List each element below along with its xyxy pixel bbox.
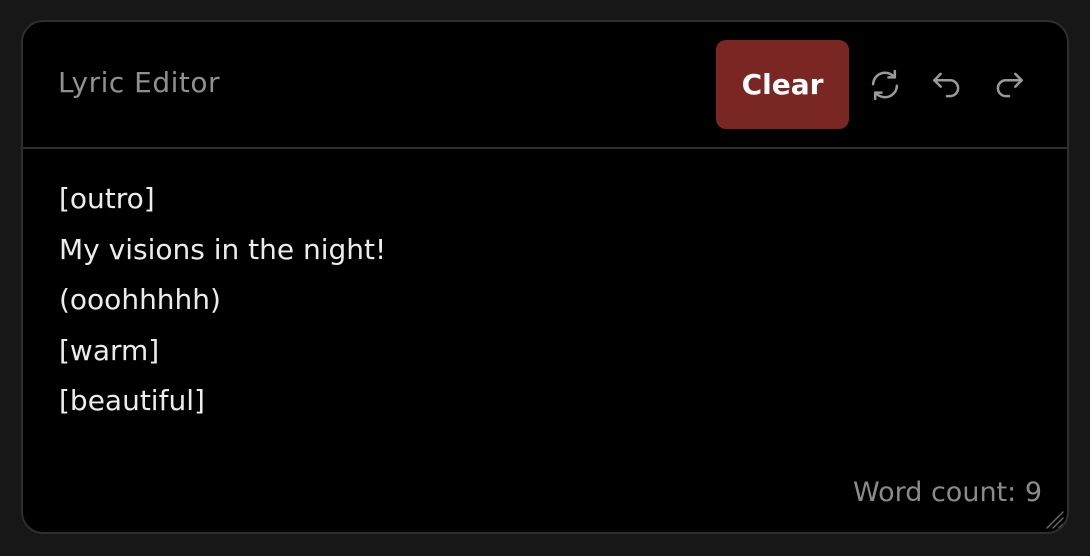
undo-button[interactable]: [928, 66, 966, 104]
resize-handle-icon[interactable]: [1043, 508, 1065, 530]
refresh-button[interactable]: [866, 66, 904, 104]
redo-icon: [996, 72, 1023, 98]
undo-icon: [933, 72, 960, 98]
refresh-icon: [871, 69, 899, 101]
editor-title: Lyric Editor: [58, 66, 221, 99]
editor-header: Lyric Editor Clear: [23, 22, 1067, 149]
lyric-line: My visions in the night!: [59, 232, 387, 266]
lyric-editor-panel: Lyric Editor Clear [outro] My visions in…: [21, 20, 1069, 534]
clear-button[interactable]: Clear: [716, 40, 849, 129]
lyric-line: (ooohhhhh): [59, 283, 221, 316]
word-count: Word count: 9: [852, 477, 1042, 508]
lyric-line: [warm]: [59, 333, 160, 367]
lyric-line: [outro]: [59, 182, 155, 215]
redo-button[interactable]: [990, 66, 1028, 104]
lyric-line: [beautiful]: [59, 384, 205, 417]
lyrics-text-area[interactable]: [outro] My visions in the night! (ooohhh…: [59, 174, 1019, 427]
